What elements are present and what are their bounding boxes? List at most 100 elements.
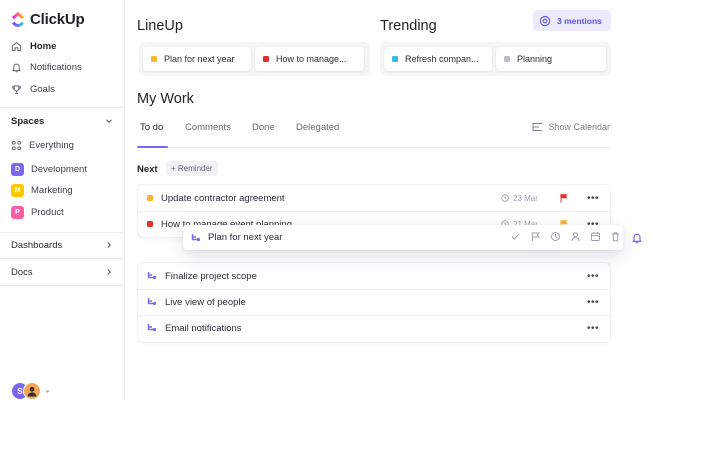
sidebar-item-dashboards[interactable]: Dashboards [11, 240, 62, 251]
task-title: Email notifications [165, 322, 242, 334]
tab-delegated[interactable]: Delegated [296, 122, 339, 133]
grid-icon [11, 140, 22, 151]
calendar-lines-icon [532, 123, 543, 131]
mentions-button[interactable]: 3 mentions [533, 10, 611, 31]
show-calendar-label: Show Calendar [548, 122, 610, 132]
more-options-icon[interactable]: ••• [587, 193, 599, 204]
tab-done[interactable]: Done [252, 122, 275, 133]
user-avatar-group[interactable]: S [11, 382, 51, 400]
sidebar-item-development[interactable]: D Development [11, 163, 87, 176]
task-row[interactable]: Update contractor agreement 23 Mar ••• [138, 185, 610, 211]
flag-icon[interactable] [530, 231, 541, 242]
sidebar-item-product[interactable]: P Product [11, 206, 64, 219]
divider [0, 107, 125, 108]
sidebar-item-label: Notifications [30, 61, 82, 73]
status-square[interactable] [147, 221, 153, 227]
add-reminder-button[interactable]: + Reminder [166, 161, 218, 176]
task-title: Live view of people [165, 296, 246, 308]
lineup-title: LineUp [137, 18, 183, 34]
task-row[interactable]: Finalize project scope ••• [138, 263, 610, 289]
status-square [263, 56, 269, 62]
reminder-bell[interactable] [631, 231, 643, 249]
dragging-task-card[interactable]: Plan for next year [183, 225, 623, 250]
subtask-icon [147, 324, 157, 332]
sidebar-item-label: Everything [29, 140, 74, 151]
sidebar-item-label: Development [31, 164, 87, 175]
sidebar-item-label: Dashboards [11, 240, 63, 251]
clickup-logo-icon [12, 11, 24, 27]
chevron-right-icon[interactable] [105, 241, 113, 249]
sidebar-item-marketing[interactable]: M Marketing [11, 184, 73, 197]
bell-icon [12, 63, 21, 72]
date-label: 23 Mar [513, 193, 538, 203]
task-title: Plan for next year [208, 232, 283, 243]
app-logo[interactable]: ClickUp [11, 11, 85, 28]
my-work-title: My Work [137, 91, 194, 107]
next-section-label: Next [137, 164, 158, 175]
space-badge: M [11, 184, 24, 197]
trending-item-label: Refresh compan... [405, 54, 479, 64]
more-options-icon[interactable]: ••• [587, 271, 599, 282]
fade-overlay [125, 346, 625, 406]
my-work-tabs: To do Comments Done Delegated Show Calen… [137, 118, 610, 148]
sidebar-item-label: Docs [11, 267, 33, 278]
lineup-item-label: Plan for next year [164, 54, 235, 64]
sidebar-item-everything[interactable]: Everything [11, 140, 74, 151]
chevron-down-icon[interactable] [105, 117, 113, 125]
show-calendar-button[interactable]: Show Calendar [532, 122, 610, 132]
divider [0, 285, 125, 286]
assignee-icon[interactable] [570, 231, 581, 242]
task-row[interactable]: Email notifications ••• [138, 315, 610, 341]
status-square [392, 56, 398, 62]
task-due-date[interactable]: 23 Mar [501, 194, 538, 203]
lineup-item-label: How to manage... [276, 54, 347, 64]
spaces-title: Spaces [11, 116, 45, 127]
trending-strip: Refresh compan... Planning [380, 42, 611, 76]
task-title: Finalize project scope [165, 270, 257, 282]
status-square [151, 56, 157, 62]
subtask-icon [191, 233, 201, 241]
sidebar-item-goals[interactable]: Goals [11, 82, 55, 96]
trending-item[interactable]: Refresh compan... [384, 47, 492, 71]
page-bottom [0, 400, 702, 476]
sidebar-item-label: Marketing [31, 185, 73, 196]
more-options-icon[interactable]: ••• [587, 297, 599, 308]
task-quick-actions [510, 231, 621, 242]
lineup-item[interactable]: How to manage... [255, 47, 364, 71]
bell-icon [632, 233, 642, 244]
subtask-icon [147, 272, 157, 280]
sidebar-item-label: Product [31, 207, 64, 218]
trash-icon[interactable] [610, 231, 621, 242]
sidebar-item-label: Goals [30, 83, 55, 95]
tab-comments[interactable]: Comments [185, 122, 231, 133]
person-icon [27, 386, 37, 397]
spaces-header[interactable]: Spaces [11, 116, 44, 127]
more-options-icon[interactable]: ••• [587, 323, 599, 334]
sidebar-item-notifications[interactable]: Notifications [11, 60, 82, 74]
clock-icon[interactable] [550, 231, 561, 242]
caret-down-icon[interactable] [44, 388, 51, 395]
task-title: Update contractor agreement [161, 192, 285, 204]
divider [0, 232, 125, 233]
status-square [504, 56, 510, 62]
space-badge: P [11, 206, 24, 219]
divider [0, 258, 125, 259]
trending-title: Trending [380, 18, 437, 34]
trending-item[interactable]: Planning [496, 47, 606, 71]
lineup-item[interactable]: Plan for next year [143, 47, 251, 71]
calendar-icon[interactable] [590, 231, 601, 242]
lineup-strip: Plan for next year How to manage... [139, 42, 370, 76]
task-row[interactable]: Live view of people ••• [138, 289, 610, 315]
sidebar: ClickUp Home Notifications Goals Spaces … [0, 0, 125, 400]
chevron-right-icon[interactable] [105, 268, 113, 276]
sidebar-item-home[interactable]: Home [11, 39, 56, 53]
space-badge: D [11, 163, 24, 176]
task-list: Finalize project scope ••• Live view of … [138, 263, 610, 342]
sidebar-item-docs[interactable]: Docs [11, 267, 33, 278]
app-name: ClickUp [30, 11, 85, 28]
check-icon[interactable] [510, 231, 521, 242]
tab-to-do[interactable]: To do [140, 122, 163, 133]
status-square[interactable] [147, 195, 153, 201]
home-icon [11, 41, 22, 51]
flag-icon[interactable] [559, 193, 569, 203]
